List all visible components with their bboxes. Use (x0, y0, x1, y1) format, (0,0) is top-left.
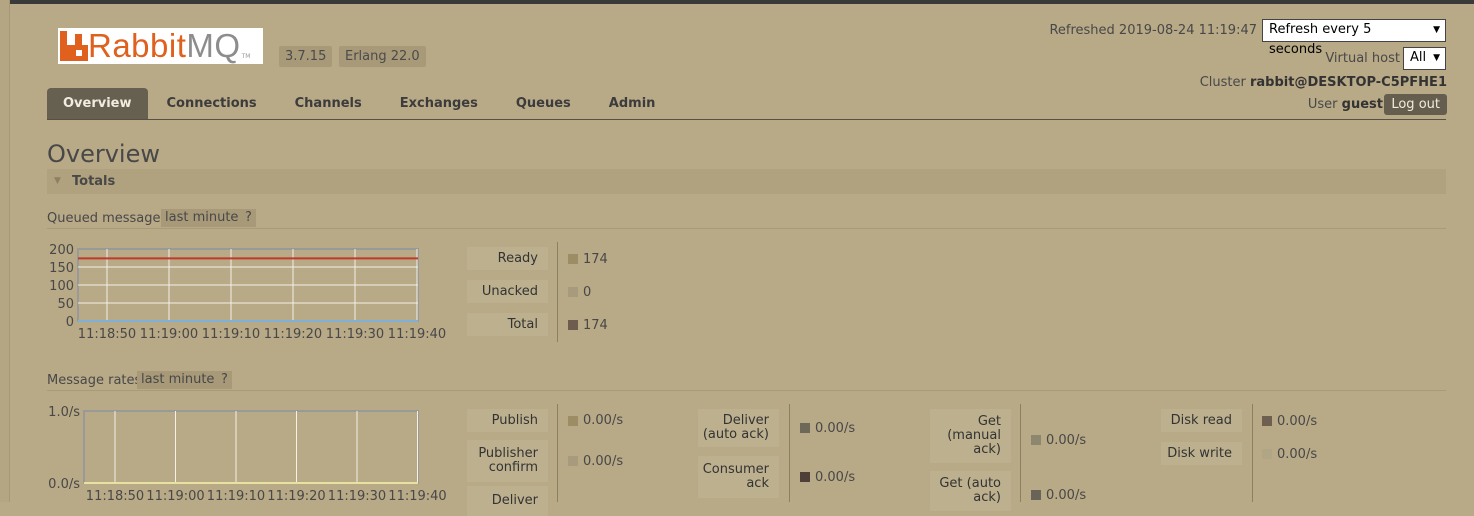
rates-divider-1 (557, 404, 558, 502)
refreshed-timestamp: Refreshed 2019-08-24 11:19:47 (1049, 23, 1257, 38)
y-tick-label: 50 (57, 297, 74, 312)
user-name: guest (1341, 97, 1383, 112)
queued-messages-header: Queued messages last minute ? (47, 209, 1446, 229)
x-tick-label: 11:18:50 (86, 489, 144, 502)
rates-get-manual-ack-value: 0.00/s (1031, 433, 1086, 448)
totals-section-toggle[interactable]: ▼ Totals (47, 169, 1446, 194)
queued-total-label[interactable]: Total (467, 313, 548, 336)
rates-disk-read-value: 0.00/s (1262, 414, 1317, 429)
x-tick-label: 11:19:00 (140, 327, 198, 342)
x-tick-label: 11:19:30 (326, 327, 384, 342)
rates-consumer-ack-swatch[interactable] (800, 472, 810, 482)
rates-deliver-auto-ack-value: 0.00/s (800, 421, 855, 436)
rabbitmq-logo[interactable]: RabbitMQ TM (58, 28, 263, 64)
virtual-host-select[interactable]: All (1403, 47, 1446, 70)
user-info: User guest (1307, 97, 1383, 112)
chart-plot-area (83, 410, 419, 484)
rates-get-auto-ack-label[interactable]: Get (auto ack) (930, 471, 1011, 511)
queued-messages-label: Queued messages (47, 211, 168, 226)
queued-unacked-label[interactable]: Unacked (467, 280, 548, 303)
queued-help-icon[interactable]: ? (241, 209, 256, 227)
queued-total-value: 174 (568, 318, 608, 333)
tab-overview[interactable]: Overview (47, 88, 148, 120)
window-top-bar (0, 0, 1474, 4)
tab-channels[interactable]: Channels (276, 88, 381, 120)
queued-unacked-swatch[interactable] (568, 287, 578, 297)
queued-ready-swatch[interactable] (568, 254, 578, 264)
rates-publish-value: 0.00/s (568, 413, 623, 428)
rates-deliver-label[interactable]: Deliver (467, 486, 548, 516)
cluster-info: Cluster rabbit@DESKTOP-C5PFHE1 (1199, 75, 1447, 90)
erlang-version-badge: Erlang 22.0 (339, 46, 426, 67)
rates-divider-3 (1020, 404, 1021, 502)
rates-get-auto-ack-value: 0.00/s (1031, 488, 1086, 503)
y-tick-label: 100 (49, 279, 74, 294)
queued-ready-label[interactable]: Ready (467, 247, 548, 270)
cluster-name: rabbit@DESKTOP-C5PFHE1 (1250, 75, 1447, 90)
rates-disk-read-swatch[interactable] (1262, 416, 1272, 426)
queued-ready-value: 174 (568, 252, 608, 267)
tab-admin[interactable]: Admin (590, 88, 675, 120)
tab-divider (47, 119, 1446, 120)
rates-consumer-ack-value: 0.00/s (800, 470, 855, 485)
rates-publisher-confirm-swatch[interactable] (568, 456, 578, 466)
x-tick-label: 11:18:50 (78, 327, 136, 342)
rates-disk-write-swatch[interactable] (1262, 449, 1272, 459)
version-badge: 3.7.15 (279, 46, 333, 67)
rates-range-select[interactable]: last minute (137, 371, 219, 389)
x-tick-label: 11:19:10 (202, 327, 260, 342)
y-tick-label: 0 (66, 315, 74, 330)
rates-publish-swatch[interactable] (568, 415, 578, 426)
logo-trademark: TM (241, 53, 251, 60)
message-rates-label: Message rates (47, 373, 142, 388)
legend-divider (557, 242, 558, 342)
x-tick-label: 11:19:20 (264, 327, 322, 342)
message-rates-chart: 1.0/s 0.0/s 11:18:50 11:19:00 11:19:10 11:19:… (40, 402, 450, 506)
rates-publisher-confirm-value: 0.00/s (568, 454, 623, 469)
queued-unacked-value: 0 (568, 285, 591, 300)
rates-divider-2 (789, 404, 790, 502)
rates-deliver-auto-ack-swatch[interactable] (800, 423, 810, 433)
y-tick-label: 200 (49, 243, 74, 258)
x-tick-label: 11:19:10 (207, 489, 265, 502)
rates-disk-write-value: 0.00/s (1262, 447, 1317, 462)
tab-connections[interactable]: Connections (148, 88, 276, 120)
x-tick-label: 11:19:20 (267, 489, 325, 502)
rates-get-manual-ack-label[interactable]: Get (manual ack) (930, 409, 1011, 463)
rates-publish-label[interactable]: Publish (467, 409, 548, 432)
y-tick-label: 150 (49, 261, 74, 276)
rates-divider-4 (1252, 404, 1253, 502)
y-tick-label: 0.0/s (48, 477, 80, 492)
x-tick-label: 11:19:40 (388, 489, 446, 502)
tab-exchanges[interactable]: Exchanges (381, 88, 497, 120)
rates-disk-write-label[interactable]: Disk write (1161, 442, 1242, 465)
x-tick-label: 11:19:00 (146, 489, 204, 502)
queued-total-swatch[interactable] (568, 320, 578, 330)
x-tick-label: 11:19:30 (328, 489, 386, 502)
queued-range-select[interactable]: last minute (161, 209, 243, 227)
window-left-edge (0, 0, 10, 502)
tab-queues[interactable]: Queues (497, 88, 590, 120)
rates-get-auto-ack-swatch[interactable] (1031, 490, 1041, 500)
rates-deliver-auto-ack-label[interactable]: Deliver (auto ack) (698, 409, 779, 447)
refresh-interval-select[interactable]: Refresh every 5 seconds (1262, 19, 1446, 57)
logout-button[interactable]: Log out (1384, 94, 1447, 115)
rates-help-icon[interactable]: ? (217, 371, 232, 389)
main-nav-tabs: Overview Connections Channels Exchanges … (47, 88, 674, 120)
rabbit-logo-icon (60, 31, 88, 61)
rates-get-manual-ack-swatch[interactable] (1031, 435, 1041, 445)
rates-disk-read-label[interactable]: Disk read (1161, 409, 1242, 432)
page-title: Overview (47, 140, 160, 168)
logo-wordmark: RabbitMQ (88, 27, 241, 64)
section-title: Totals (72, 174, 116, 189)
virtual-host-label: Virtual host (1325, 51, 1400, 66)
y-tick-label: 1.0/s (48, 405, 80, 420)
rates-consumer-ack-label[interactable]: Consumer ack (698, 456, 779, 498)
message-rates-header: Message rates last minute ? (47, 371, 1446, 391)
collapse-triangle-icon: ▼ (54, 176, 61, 186)
x-tick-label: 11:19:40 (388, 327, 446, 342)
queued-messages-chart: 200 150 100 50 0 11:18:50 11:19:00 11:19:10 11:1… (40, 240, 450, 346)
rates-publisher-confirm-label[interactable]: Publisher confirm (467, 440, 548, 482)
